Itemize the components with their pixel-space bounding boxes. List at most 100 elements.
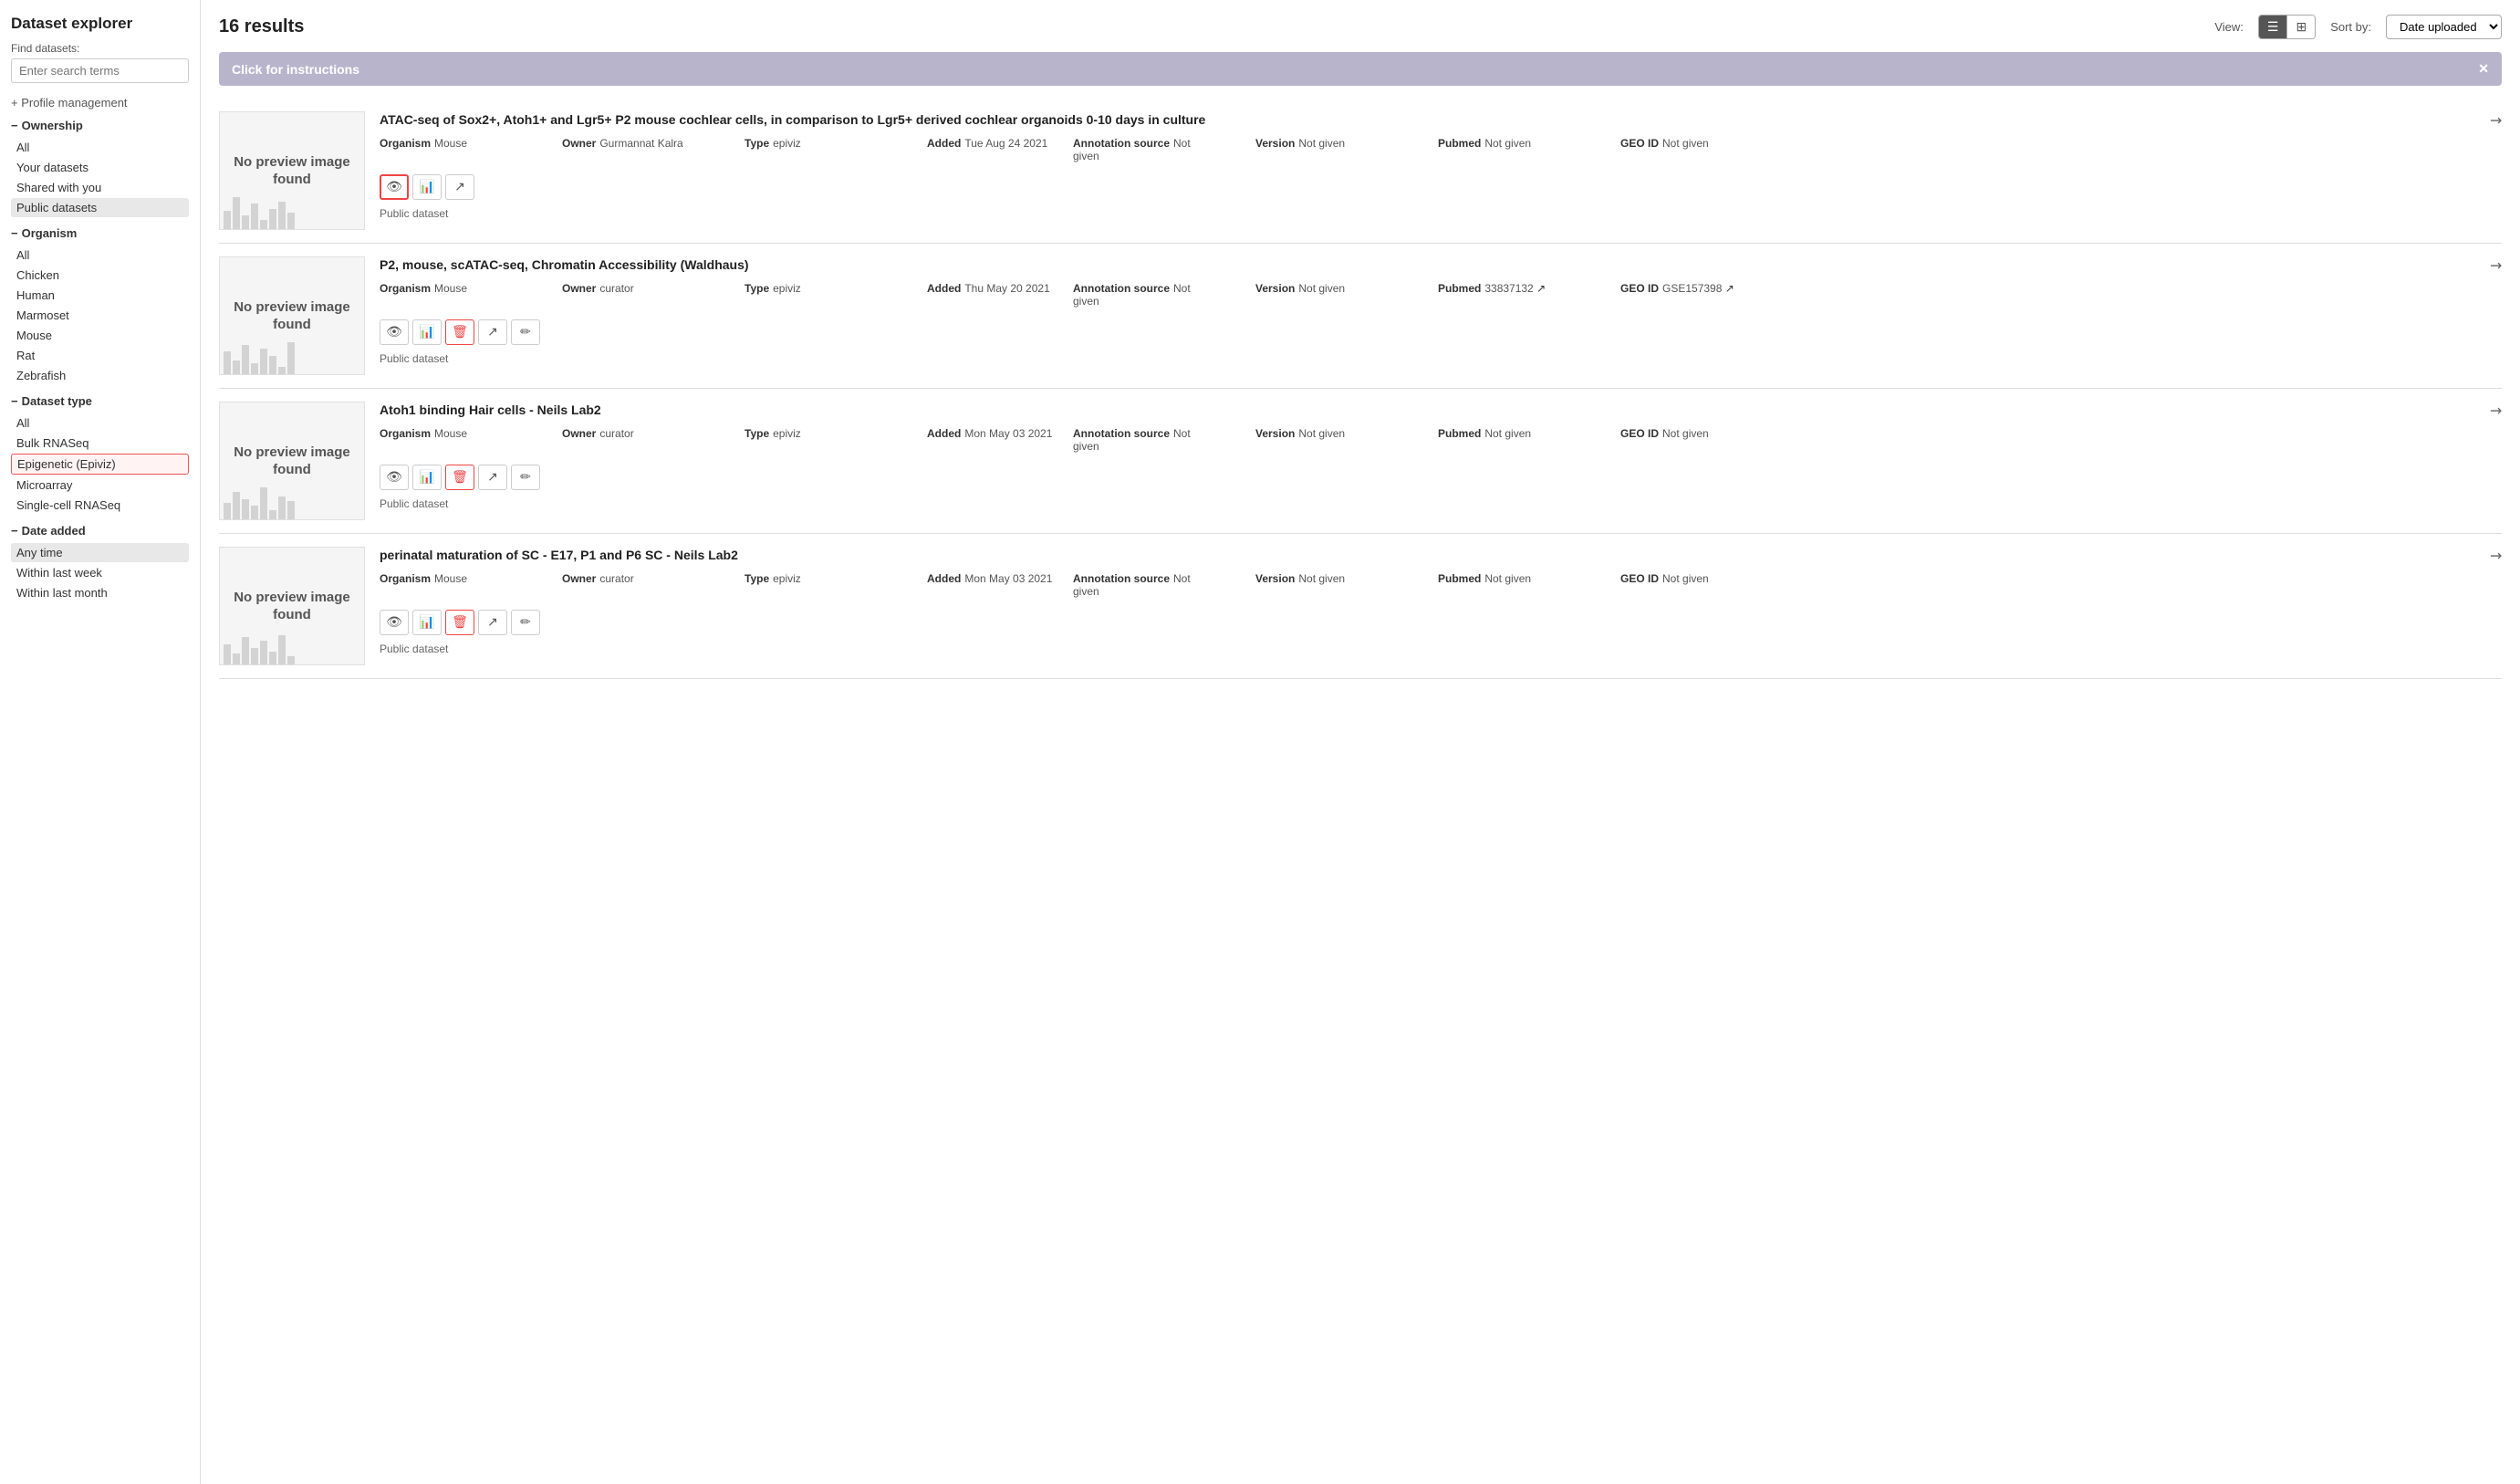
dataset-card-4: No preview image found perinatal maturat… [219, 534, 2502, 679]
organism-all[interactable]: All [11, 246, 189, 265]
annotation-cell: Annotation sourceNot given [1073, 137, 1219, 162]
grid-view-button[interactable]: ⊞ [2287, 16, 2315, 38]
date-month[interactable]: Within last month [11, 583, 189, 602]
card-actions-2: 👁 📊 🗑 ↗ ✏ [380, 319, 2502, 345]
edit-button-3[interactable]: ✏ [511, 465, 540, 490]
view-button-4[interactable]: 👁 [380, 610, 409, 635]
ownership-public[interactable]: Public datasets [11, 198, 189, 217]
meta-row: OrganismMouse OwnerGurmannat Kalra Typee… [380, 137, 1073, 162]
organism-cell: OrganismMouse [380, 572, 526, 598]
card-footer-1: Public dataset [380, 207, 2502, 220]
card-actions-1: 👁 📊 ↗ [380, 174, 2502, 200]
dataset-title-3: Atoh1 binding Hair cells - Neils Lab2 [380, 402, 2502, 420]
type-all[interactable]: All [11, 413, 189, 433]
preview-bars-2 [220, 338, 364, 374]
preview-bars [220, 193, 364, 229]
ownership-your-datasets[interactable]: Your datasets [11, 158, 189, 177]
annotation-cell: Annotation sourceNot given [1073, 282, 1219, 308]
owner-cell: Ownercurator [562, 427, 708, 453]
dataset-title-1: ATAC-seq of Sox2+, Atoh1+ and Lgr5+ P2 m… [380, 111, 2502, 130]
card-body-3: Atoh1 binding Hair cells - Neils Lab2 Or… [380, 402, 2502, 520]
chart-button-1[interactable]: 📊 [412, 174, 442, 200]
card-meta-3: OrganismMouse Ownercurator Typeepiviz Ad… [380, 427, 2502, 455]
share-button-4[interactable]: ↗ [478, 610, 507, 635]
organism-chicken[interactable]: Chicken [11, 266, 189, 285]
share-button-1[interactable]: ↗ [445, 174, 474, 200]
delete-button-3[interactable]: 🗑 [445, 465, 474, 490]
dataset-card-2: No preview image found P2, mouse, scATAC… [219, 244, 2502, 389]
chart-button-2[interactable]: 📊 [412, 319, 442, 345]
type-microarray[interactable]: Microarray [11, 476, 189, 495]
edit-button-4[interactable]: ✏ [511, 610, 540, 635]
pubmed-cell: PubmedNot given [1438, 137, 1584, 162]
share-button-3[interactable]: ↗ [478, 465, 507, 490]
meta-row-2: Annotation sourceNot given VersionNot gi… [1073, 427, 1766, 453]
card-meta-1: OrganismMouse OwnerGurmannat Kalra Typee… [380, 137, 2502, 165]
organism-cell: OrganismMouse [380, 427, 526, 453]
geo-cell: GEO IDGSE157398 ↗ [1620, 282, 1766, 308]
type-cell: Typeepiviz [745, 282, 890, 308]
date-week[interactable]: Within last week [11, 563, 189, 582]
card-body-1: ATAC-seq of Sox2+, Atoh1+ and Lgr5+ P2 m… [380, 111, 2502, 230]
pubmed-cell: PubmedNot given [1438, 572, 1584, 598]
owner-cell: Ownercurator [562, 282, 708, 308]
profile-management-link[interactable]: + Profile management [11, 96, 189, 110]
card-meta-4: OrganismMouse Ownercurator Typeepiviz Ad… [380, 572, 2502, 601]
meta-row: OrganismMouse Ownercurator Typeepiviz Ad… [380, 282, 1073, 308]
card-body-4: perinatal maturation of SC - E17, P1 and… [380, 547, 2502, 665]
meta-row-2: Annotation sourceNot given VersionNot gi… [1073, 572, 1766, 598]
type-scrna[interactable]: Single-cell RNASeq [11, 496, 189, 515]
meta-row-2: Annotation sourceNot given VersionNot gi… [1073, 137, 1766, 162]
pubmed-link-icon: ↗ [1536, 282, 1546, 295]
delete-button-4[interactable]: 🗑 [445, 610, 474, 635]
view-button-1[interactable]: 👁 [380, 174, 409, 200]
type-cell: Typeepiviz [745, 137, 890, 162]
meta-row: OrganismMouse Ownercurator Typeepiviz Ad… [380, 427, 1073, 453]
organism-cell: OrganismMouse [380, 282, 526, 308]
instructions-banner[interactable]: Click for instructions ✕ [219, 52, 2502, 86]
view-button-2[interactable]: 👁 [380, 319, 409, 345]
type-cell: Typeepiviz [745, 427, 890, 453]
date-section-header: Date added [11, 524, 189, 538]
preview-image-1: No preview image found [219, 111, 365, 230]
preview-image-3: No preview image found [219, 402, 365, 520]
type-bulk-rnaseq[interactable]: Bulk RNASeq [11, 434, 189, 453]
type-epigenetic[interactable]: Epigenetic (Epiviz) [11, 454, 189, 475]
ownership-all[interactable]: All [11, 138, 189, 157]
dataset-card-3: No preview image found Atoh1 binding Hai… [219, 389, 2502, 534]
no-preview-text-2: No preview image found [220, 298, 364, 334]
sort-select[interactable]: Date uploaded [2386, 15, 2502, 39]
organism-marmoset[interactable]: Marmoset [11, 306, 189, 325]
card-footer-3: Public dataset [380, 497, 2502, 510]
sidebar: Dataset explorer Find datasets: + Profil… [0, 0, 201, 1484]
added-cell: AddedMon May 03 2021 [927, 572, 1073, 598]
ownership-shared[interactable]: Shared with you [11, 178, 189, 197]
search-input[interactable] [11, 58, 189, 83]
chart-button-4[interactable]: 📊 [412, 610, 442, 635]
organism-section-header: Organism [11, 226, 189, 240]
organism-zebrafish[interactable]: Zebrafish [11, 366, 189, 385]
view-label: View: [2214, 20, 2244, 34]
close-icon[interactable]: ✕ [2478, 61, 2489, 77]
dataset-title-4: perinatal maturation of SC - E17, P1 and… [380, 547, 2502, 565]
organism-mouse[interactable]: Mouse [11, 326, 189, 345]
added-cell: AddedTue Aug 24 2021 [927, 137, 1073, 162]
ownership-section-header: Ownership [11, 119, 189, 132]
meta-row-2: Annotation sourceNot given VersionNot gi… [1073, 282, 1766, 308]
preview-bars-4 [220, 628, 364, 664]
delete-button-2[interactable]: 🗑 [445, 319, 474, 345]
organism-rat[interactable]: Rat [11, 346, 189, 365]
dataset-card: No preview image found ATAC-seq of Sox2+… [219, 99, 2502, 244]
version-cell: VersionNot given [1255, 427, 1401, 453]
list-view-button[interactable]: ☰ [2259, 16, 2288, 38]
meta-row: OrganismMouse Ownercurator Typeepiviz Ad… [380, 572, 1073, 598]
edit-button-2[interactable]: ✏ [511, 319, 540, 345]
annotation-cell: Annotation sourceNot given [1073, 427, 1219, 453]
view-button-3[interactable]: 👁 [380, 465, 409, 490]
organism-human[interactable]: Human [11, 286, 189, 305]
share-button-2[interactable]: ↗ [478, 319, 507, 345]
date-any[interactable]: Any time [11, 543, 189, 562]
chart-button-3[interactable]: 📊 [412, 465, 442, 490]
card-body-2: P2, mouse, scATAC-seq, Chromatin Accessi… [380, 256, 2502, 375]
pubmed-cell: Pubmed33837132 ↗ [1438, 282, 1584, 308]
